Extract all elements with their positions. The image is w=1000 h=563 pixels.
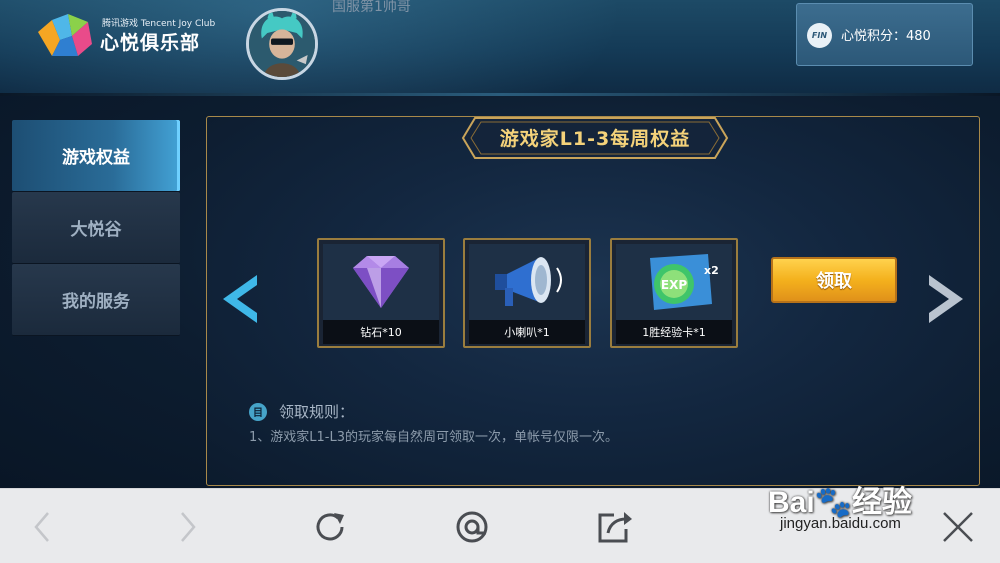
logo-title: 心悦俱乐部 bbox=[100, 32, 201, 54]
fin-icon: FIN bbox=[807, 23, 832, 48]
diamond-icon bbox=[323, 244, 439, 320]
exp-card-icon: EXP x2 bbox=[616, 244, 732, 320]
rules-heading: 目 领取规则： bbox=[249, 401, 354, 422]
reward-item[interactable]: 钻石*10 bbox=[317, 238, 445, 348]
rules-text: 1、游戏家L1-L3的玩家每自然周可领取一次，单帐号仅限一次。 bbox=[249, 430, 618, 445]
app-header: 腾讯游戏 Tencent Joy Club 心悦俱乐部 国服第1帅哥 FIN 心… bbox=[0, 0, 1000, 93]
next-arrow-icon[interactable] bbox=[925, 271, 969, 327]
points-box[interactable]: FIN 心悦积分：480 bbox=[796, 3, 973, 66]
rules-title: 领取规则： bbox=[279, 403, 355, 421]
sidebar-item-label: 我的服务 bbox=[62, 292, 130, 312]
svg-text:EXP: EXP bbox=[661, 278, 687, 292]
close-icon[interactable] bbox=[938, 507, 978, 547]
sidebar-item-label: 游戏权益 bbox=[62, 148, 130, 168]
avatar[interactable] bbox=[246, 8, 318, 80]
back-icon[interactable] bbox=[24, 507, 64, 547]
points-value: 心悦积分：480 bbox=[841, 29, 931, 44]
prev-arrow-icon[interactable] bbox=[217, 271, 261, 327]
claim-button[interactable]: 领取 bbox=[771, 257, 897, 303]
at-sign-icon[interactable] bbox=[452, 507, 492, 547]
sidebar-item-label: 大悦谷 bbox=[70, 220, 122, 240]
sidebar-item-my-services[interactable]: 我的服务 bbox=[12, 264, 180, 336]
username: 国服第1帅哥 bbox=[332, 0, 411, 15]
reward-label: 1胜经验卡*1 bbox=[616, 320, 732, 344]
sidebar: 游戏权益 大悦谷 我的服务 bbox=[12, 120, 180, 336]
reward-item[interactable]: EXP x2 1胜经验卡*1 bbox=[610, 238, 738, 348]
reward-label: 小喇叭*1 bbox=[469, 320, 585, 344]
svg-text:x2: x2 bbox=[704, 264, 719, 277]
main-content: 游戏权益 大悦谷 我的服务 游戏家L1-3每周权益 钻石*10 小喇叭*1 EX… bbox=[0, 96, 1000, 488]
sidebar-item-game-benefits[interactable]: 游戏权益 bbox=[12, 120, 180, 192]
share-icon[interactable] bbox=[594, 507, 634, 547]
forward-icon[interactable] bbox=[166, 507, 206, 547]
reward-item[interactable]: 小喇叭*1 bbox=[463, 238, 591, 348]
club-logo-mark bbox=[38, 14, 92, 56]
sidebar-item-dayuegu[interactable]: 大悦谷 bbox=[12, 192, 180, 264]
avatar-image bbox=[249, 11, 315, 77]
browser-toolbar bbox=[0, 488, 1000, 563]
benefits-panel: 游戏家L1-3每周权益 钻石*10 小喇叭*1 EXP x2 1胜经验卡*1 领… bbox=[206, 116, 980, 486]
megaphone-icon bbox=[469, 244, 585, 320]
rules-icon: 目 bbox=[249, 402, 267, 421]
reward-label: 钻石*10 bbox=[323, 320, 439, 344]
refresh-icon[interactable] bbox=[310, 507, 350, 547]
panel-title: 游戏家L1-3每周权益 bbox=[499, 127, 691, 150]
panel-title-banner: 游戏家L1-3每周权益 bbox=[461, 116, 729, 162]
club-logo[interactable]: 腾讯游戏 Tencent Joy Club 心悦俱乐部 bbox=[38, 14, 218, 60]
